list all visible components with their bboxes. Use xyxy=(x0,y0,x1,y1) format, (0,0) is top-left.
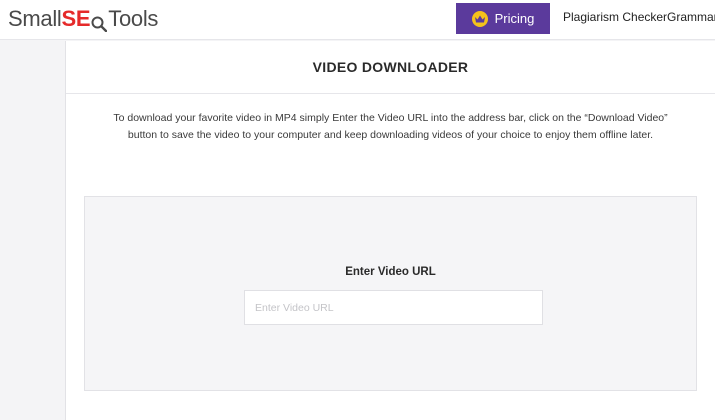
video-url-input[interactable] xyxy=(244,290,543,325)
logo-text-seo: SE xyxy=(61,6,91,31)
crown-icon xyxy=(471,10,488,27)
logo-text-small: Small xyxy=(8,6,62,31)
nav-link-grammar[interactable]: Grammar xyxy=(667,10,715,24)
top-navbar: Small SE Tools Pricing Plagiarism Checker … xyxy=(0,0,715,40)
page-title: VIDEO DOWNLOADER xyxy=(312,59,469,75)
left-sidebar xyxy=(0,41,66,420)
nav-link-plagiarism-checker[interactable]: Plagiarism Checker xyxy=(563,10,667,24)
tool-description: To download your favorite video in MP4 s… xyxy=(113,112,668,141)
video-url-label: Enter Video URL xyxy=(345,266,436,278)
magnifier-icon xyxy=(91,12,108,33)
logo-text-tools: Tools xyxy=(108,6,159,31)
pricing-button[interactable]: Pricing xyxy=(456,3,550,34)
site-logo[interactable]: Small SE Tools xyxy=(8,4,158,34)
tool-content: VIDEO DOWNLOADER To download your favori… xyxy=(66,41,715,420)
pricing-label: Pricing xyxy=(494,11,535,26)
url-input-panel: Enter Video URL xyxy=(84,196,697,391)
tool-header: VIDEO DOWNLOADER xyxy=(66,41,715,94)
